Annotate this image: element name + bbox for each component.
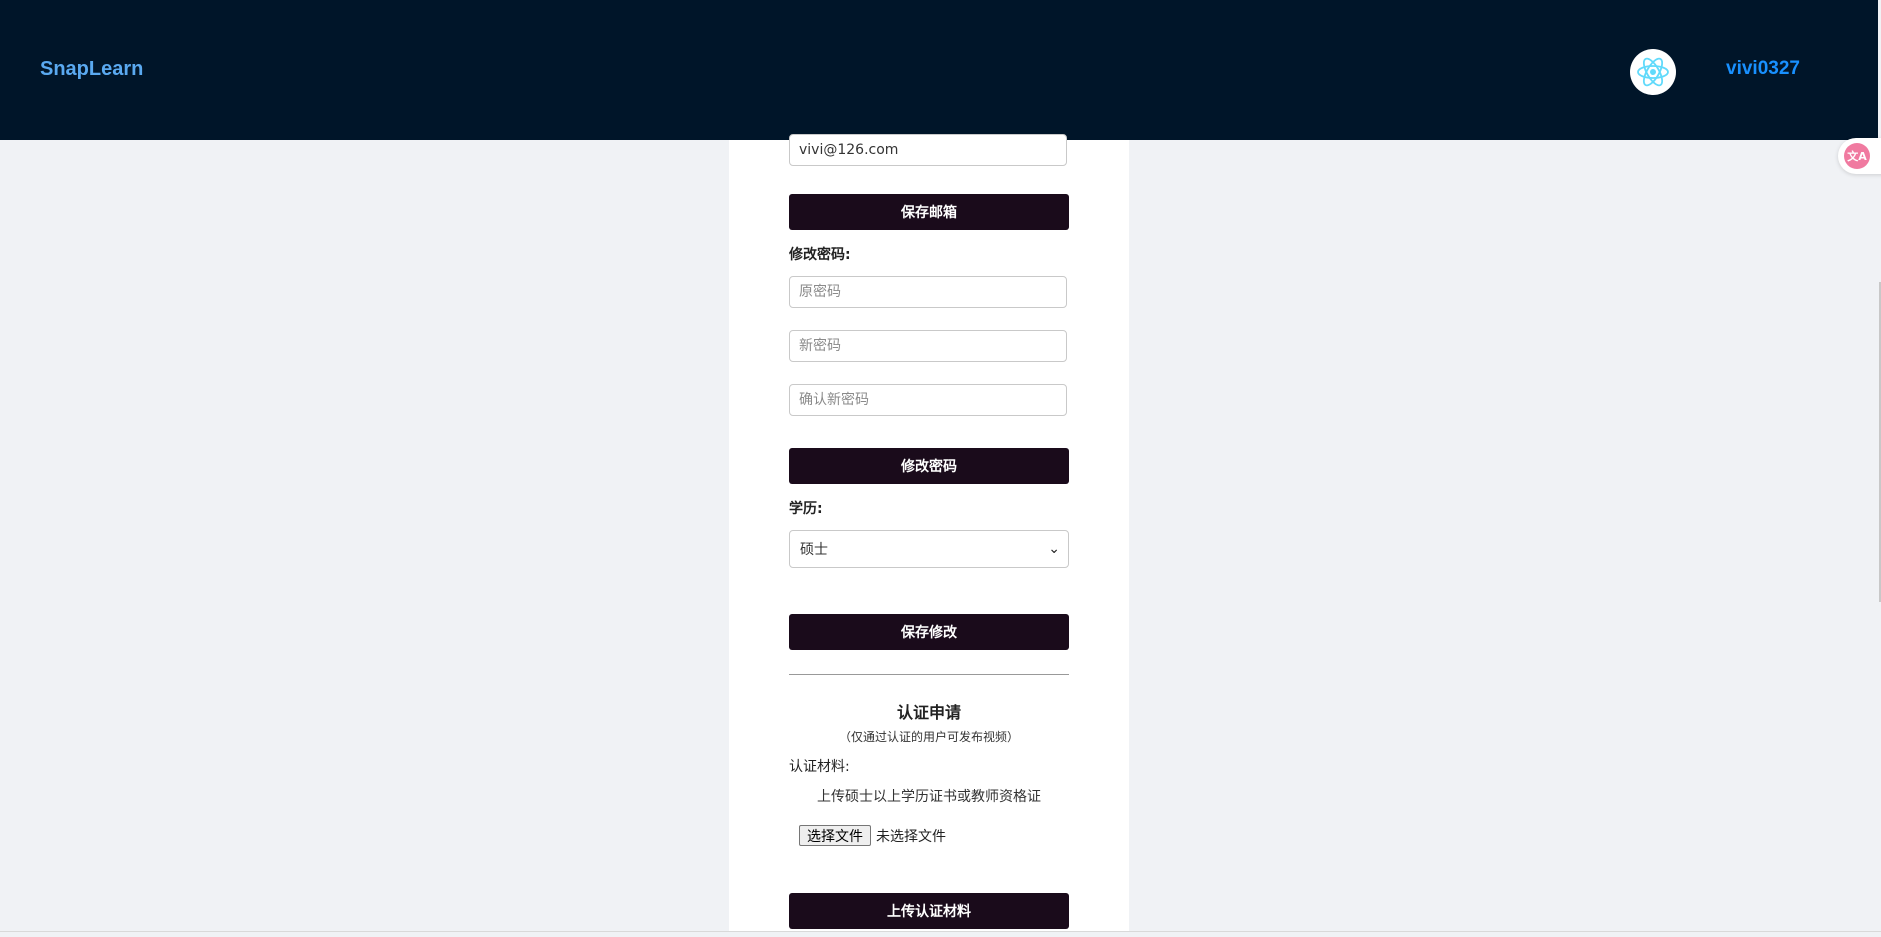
brand-logo-text[interactable]: SnapLearn bbox=[40, 58, 143, 81]
react-atom-icon bbox=[1637, 57, 1669, 87]
section-divider bbox=[789, 674, 1069, 675]
certification-note: （仅通过认证的用户可发布视频） bbox=[838, 730, 1019, 744]
username-link[interactable]: vivi0327 bbox=[1726, 58, 1800, 80]
file-status-text: 未选择文件 bbox=[876, 829, 946, 845]
top-header: SnapLearn vivi0327 bbox=[0, 0, 1878, 140]
save-email-button[interactable]: 保存邮箱 bbox=[789, 194, 1069, 230]
education-label: 学历: bbox=[789, 501, 823, 517]
confirm-password-input[interactable] bbox=[789, 384, 1067, 416]
material-label: 认证材料: bbox=[789, 759, 850, 775]
password-section-label: 修改密码: bbox=[789, 247, 851, 263]
upload-material-button[interactable]: 上传认证材料 bbox=[789, 893, 1069, 929]
new-password-input[interactable] bbox=[789, 330, 1067, 362]
material-hint: 上传硕士以上学历证书或教师资格证 bbox=[817, 789, 1041, 805]
save-changes-button[interactable]: 保存修改 bbox=[789, 614, 1069, 650]
certification-title: 认证申请 bbox=[896, 703, 961, 722]
chevron-down-icon: ⌄ bbox=[1048, 541, 1060, 557]
education-selected-value: 硕士 bbox=[800, 542, 828, 558]
user-avatar[interactable] bbox=[1630, 49, 1676, 95]
translate-float-button[interactable]: 文A bbox=[1838, 138, 1881, 174]
bottom-border bbox=[0, 931, 1881, 932]
translate-icon: 文A bbox=[1844, 143, 1870, 169]
change-password-button[interactable]: 修改密码 bbox=[789, 448, 1069, 484]
old-password-input[interactable] bbox=[789, 276, 1067, 308]
profile-settings-card: 保存邮箱 修改密码: 修改密码 学历: 硕士 ⌄ 保存修改 认证申请 （仅通过认… bbox=[729, 134, 1129, 932]
choose-file-button[interactable]: 选择文件 bbox=[799, 825, 871, 846]
email-field[interactable] bbox=[789, 134, 1067, 166]
education-select[interactable]: 硕士 ⌄ bbox=[789, 530, 1069, 568]
